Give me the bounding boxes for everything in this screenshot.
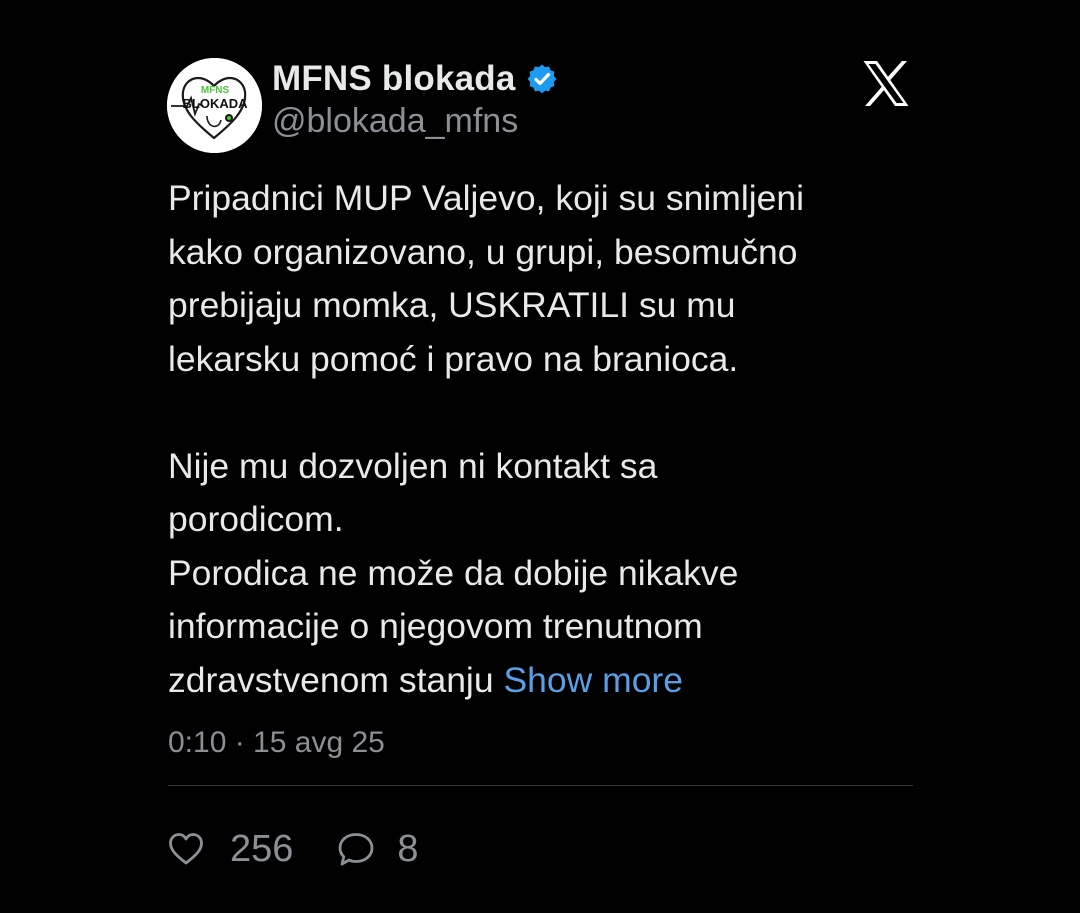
- tweet-paragraph: Nije mu dozvoljen ni kontakt sa porodico…: [168, 440, 928, 547]
- tweet-text: Pripadnici MUP Valjevo, koji su snimljen…: [168, 172, 928, 707]
- divider: [168, 785, 913, 786]
- author-name-row[interactable]: MFNS blokada: [272, 56, 558, 102]
- tweet-line: lekarsku pomoć i pravo na branioca.: [168, 338, 739, 379]
- like-count: 256: [230, 827, 294, 870]
- reply-count: 8: [397, 827, 419, 870]
- author-handle[interactable]: @blokada_mfns: [272, 102, 518, 141]
- avatar[interactable]: MFNS BLOKADA: [167, 58, 262, 153]
- tweet-paragraph: Pripadnici MUP Valjevo, koji su snimljen…: [168, 172, 928, 386]
- heart-icon: [169, 833, 203, 865]
- tweet-line: porodicom.: [168, 499, 344, 539]
- mfns-blokada-logo-icon: MFNS BLOKADA: [167, 58, 262, 153]
- like-button[interactable]: 256: [168, 828, 293, 871]
- x-logo-icon[interactable]: [863, 61, 909, 106]
- show-more-link[interactable]: Show more: [503, 660, 683, 700]
- tweet-actions: 256 8: [168, 822, 419, 876]
- tweet-line: Nije mu dozvoljen ni kontakt sa: [168, 445, 658, 486]
- reply-button[interactable]: 8: [337, 827, 419, 871]
- avatar-text-main: BLOKADA: [183, 96, 249, 111]
- tweet-timestamp[interactable]: 0:10 · 15 avg 25: [168, 726, 385, 760]
- tweet-line: zdravstvenom stanju: [168, 659, 494, 700]
- tweet-line: Porodica ne može da dobije nikakve: [168, 552, 739, 593]
- tweet-line: prebijaju momka, USKRATILI su mu: [168, 285, 736, 325]
- display-name[interactable]: MFNS blokada: [272, 59, 516, 99]
- tweet-line: informacije o njegovom trenutnom: [168, 606, 703, 646]
- tweet-line: kako organizovano, u grupi, besomučno: [168, 231, 798, 272]
- tweet-last-line-row: zdravstvenom stanju Show more: [168, 654, 928, 708]
- tweet-paragraph: Porodica ne može da dobije nikakve infor…: [168, 547, 928, 708]
- tweet-line: Pripadnici MUP Valjevo, koji su snimljen…: [168, 178, 804, 218]
- verified-badge-icon: [527, 64, 556, 94]
- reply-bubble-icon: [339, 833, 374, 866]
- avatar-text-top: MFNS: [201, 85, 230, 96]
